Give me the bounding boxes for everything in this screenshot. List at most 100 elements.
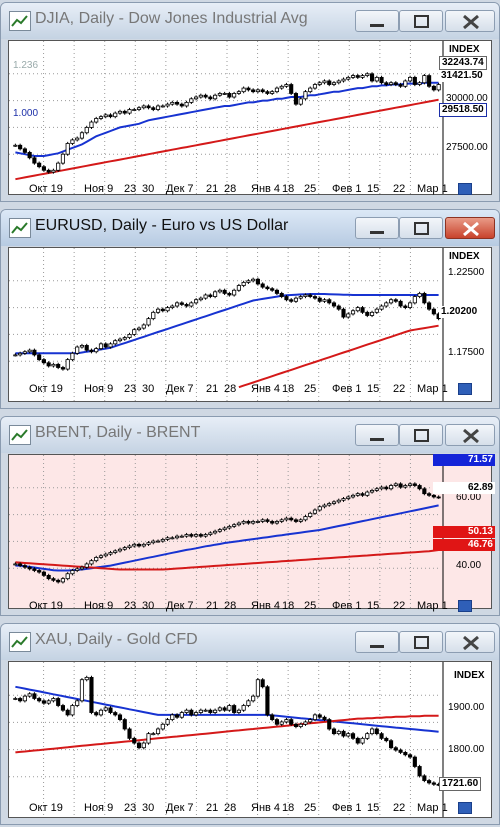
price-chart [9, 455, 444, 608]
close-button[interactable] [445, 10, 495, 32]
chart-window-brent[interactable]: BRENT, Daily - BRENT 60.00 40.00 71.57 6… [0, 416, 500, 616]
x-axis-tick-label: Ноя 9 [84, 600, 114, 612]
candle-body [341, 308, 346, 318]
minimize-button[interactable] [355, 424, 399, 446]
scroll-to-end-icon[interactable] [458, 802, 472, 814]
candle-body [51, 169, 56, 173]
candle-body [393, 747, 398, 751]
title-bar[interactable]: BRENT, Daily - BRENT [1, 417, 499, 453]
candle-body [127, 334, 132, 338]
chart-window-djia[interactable]: DJIA, Daily - Dow Jones Industrial Avg I… [0, 2, 500, 202]
minimize-button[interactable] [355, 10, 399, 32]
candle-body [170, 305, 175, 308]
candle-body [317, 714, 322, 718]
maximize-button[interactable] [399, 217, 443, 239]
maximize-button[interactable] [399, 631, 443, 653]
scroll-to-end-icon[interactable] [458, 183, 472, 195]
close-button[interactable] [445, 424, 495, 446]
minimize-button[interactable] [355, 217, 399, 239]
candle-body [108, 114, 113, 118]
candle-body [37, 698, 42, 702]
candle-body [284, 719, 289, 723]
candle-body [179, 712, 184, 718]
candle-body [98, 343, 104, 349]
chart-plot-area[interactable] [8, 661, 492, 818]
chart-window-xau[interactable]: XAU, Daily - Gold CFD INDEX 1900.00 1800… [0, 623, 500, 825]
close-button[interactable] [445, 631, 495, 653]
candle-body [308, 719, 313, 723]
candle-body [369, 311, 375, 316]
candle-body [51, 578, 56, 581]
price-tag: 1.20200 [439, 306, 480, 318]
candle-body [103, 114, 108, 118]
candle-body [408, 302, 413, 308]
candle-body [436, 496, 441, 499]
candle-body [217, 707, 222, 711]
maximize-button[interactable] [399, 424, 443, 446]
chart-plot-area[interactable] [8, 40, 492, 195]
candle-body [175, 101, 180, 105]
candle-body [79, 132, 85, 139]
x-axis-tick-label: 22 [393, 600, 406, 612]
candle-body [312, 296, 318, 299]
x-axis-tick-label: 22 [393, 802, 406, 814]
title-bar[interactable]: XAU, Daily - Gold CFD [1, 624, 499, 660]
x-axis-tick-label: 15 [367, 183, 380, 195]
candle-body [175, 535, 180, 539]
x-axis-tick-label: 28 [224, 383, 237, 395]
candle-body [56, 579, 61, 583]
chart-plot-area[interactable] [8, 454, 492, 609]
candle-body [194, 299, 199, 304]
candle-body [331, 302, 337, 307]
x-axis-tick-label: Окт 19 [29, 383, 63, 395]
minimize-button[interactable] [355, 631, 399, 653]
candle-body [289, 299, 294, 302]
x-axis-tick-label: Фев 1 [332, 383, 362, 395]
price-chart [9, 41, 444, 194]
chart-window-eurusd[interactable]: EURUSD, Daily - Euro vs US Dollar INDEX … [0, 209, 500, 409]
scroll-to-end-icon[interactable] [458, 600, 472, 612]
candle-body [46, 700, 51, 704]
candle-body [217, 529, 222, 532]
candle-body [141, 105, 146, 109]
candle-body [284, 296, 289, 301]
candle-body [65, 359, 70, 370]
candle-body [327, 80, 332, 85]
candle-body [274, 521, 279, 524]
x-axis-tick-label: Мар 1 [417, 183, 448, 195]
candle-body [155, 105, 161, 110]
x-axis-tick-label: 15 [367, 600, 380, 612]
candle-body [46, 574, 51, 580]
candle-body [350, 494, 356, 498]
candle-body [369, 728, 375, 735]
close-button[interactable] [445, 217, 495, 239]
candle-body [227, 293, 232, 296]
candle-body [127, 545, 132, 549]
candle-body [265, 686, 270, 716]
candle-body [417, 485, 422, 490]
maximize-button[interactable] [399, 10, 443, 32]
candle-body [384, 486, 389, 490]
title-bar[interactable]: DJIA, Daily - Dow Jones Industrial Avg [1, 3, 499, 39]
candle-body [355, 307, 360, 312]
candle-body [350, 75, 356, 78]
candle-body [317, 506, 322, 511]
x-axis-tick-label: 18 [282, 183, 295, 195]
candle-body [146, 318, 151, 326]
candle-body [427, 302, 432, 310]
candle-body [303, 721, 308, 725]
title-bar[interactable]: EURUSD, Daily - Euro vs US Dollar [1, 210, 499, 246]
x-axis-tick-label: Окт 19 [29, 802, 63, 814]
x-axis-tick-label: Янв 4 [251, 383, 281, 395]
candle-body [341, 730, 346, 737]
candle-body [213, 709, 218, 713]
candle-body [360, 493, 365, 496]
candle-body [189, 98, 194, 103]
scroll-to-end-icon[interactable] [458, 383, 472, 395]
candle-body [122, 337, 127, 340]
candle-body [146, 542, 151, 545]
candle-body [365, 73, 370, 76]
candle-body [336, 80, 341, 84]
candle-body [117, 548, 123, 552]
chart-plot-area[interactable] [8, 247, 492, 402]
